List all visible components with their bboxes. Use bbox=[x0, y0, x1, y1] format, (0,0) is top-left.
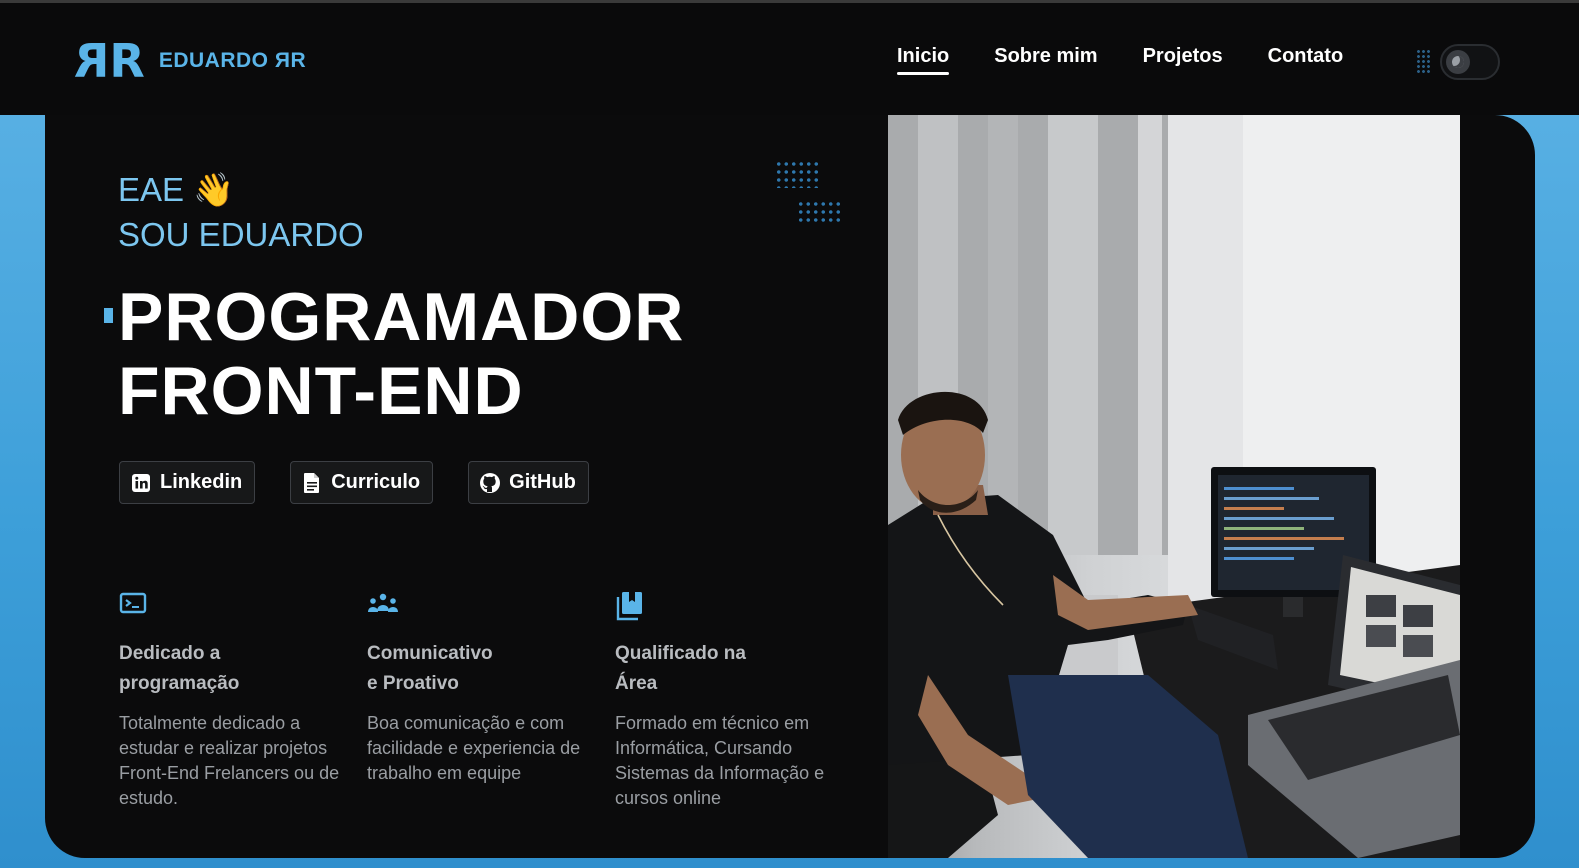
site-header: RR EDUARDO ЯR Inicio Sobre mim Projetos … bbox=[0, 3, 1579, 115]
nav-sobre-mim[interactable]: Sobre mim bbox=[994, 45, 1097, 68]
nav-projetos[interactable]: Projetos bbox=[1143, 45, 1223, 68]
feature-text: Totalmente dedicado a estudar e realizar… bbox=[119, 713, 340, 808]
document-icon bbox=[301, 472, 323, 494]
decorative-dots bbox=[1416, 49, 1432, 75]
feature-comunicativo: Comunicativo e Proativo Boa comunicação … bbox=[367, 591, 597, 786]
feature-title-line-1: Qualificado na bbox=[615, 643, 746, 664]
feature-qualificado: Qualificado na Área Formado em técnico e… bbox=[615, 591, 845, 811]
feature-title-line-1: Dedicado a bbox=[119, 643, 221, 664]
main-nav: Inicio Sobre mim Projetos Contato bbox=[897, 45, 1388, 75]
nav-inicio[interactable]: Inicio bbox=[897, 45, 950, 75]
feature-title: Qualificado na Área bbox=[615, 639, 845, 699]
linkedin-label: Linkedin bbox=[160, 471, 243, 493]
bookmark-book-icon bbox=[615, 591, 645, 621]
decorative-dot-grid bbox=[775, 160, 819, 188]
social-buttons: Linkedin Curriculo GitHub bbox=[119, 461, 624, 504]
feature-title-line-2: e Proativo bbox=[367, 673, 459, 694]
curriculo-button[interactable]: Curriculo bbox=[290, 461, 434, 504]
github-icon bbox=[479, 472, 501, 494]
profile-photo bbox=[888, 115, 1460, 858]
feature-text: Formado em técnico em Informática, Cursa… bbox=[615, 713, 825, 808]
greeting-line-1: EAE 👋 bbox=[118, 171, 235, 208]
linkedin-button[interactable]: Linkedin bbox=[119, 461, 256, 504]
feature-title: Dedicado a programação bbox=[119, 639, 349, 699]
nav-contato[interactable]: Contato bbox=[1268, 45, 1344, 68]
theme-toggle[interactable] bbox=[1440, 44, 1500, 80]
role-title: PROGRAMADOR FRONT-END bbox=[118, 280, 684, 428]
role-line-2: FRONT-END bbox=[118, 353, 524, 429]
feature-title: Comunicativo e Proativo bbox=[367, 639, 597, 699]
decorative-dot-grid bbox=[797, 200, 841, 224]
github-button[interactable]: GitHub bbox=[468, 461, 589, 504]
logo-text: EDUARDO ЯR bbox=[158, 49, 307, 72]
greeting-line-2: SOU EDUARDO bbox=[118, 216, 364, 253]
team-icon bbox=[367, 591, 398, 621]
logo[interactable]: RR EDUARDO ЯR bbox=[80, 34, 307, 88]
hero-card: EAE 👋 SOU EDUARDO PROGRAMADOR FRONT-END … bbox=[45, 115, 1535, 858]
feature-title-line-2: programação bbox=[119, 673, 240, 694]
text-cursor bbox=[104, 308, 113, 323]
linkedin-icon bbox=[130, 472, 152, 494]
terminal-icon bbox=[119, 591, 149, 621]
curriculo-label: Curriculo bbox=[331, 471, 421, 493]
role-line-1: PROGRAMADOR bbox=[118, 279, 685, 355]
feature-title-line-1: Comunicativo bbox=[367, 643, 493, 664]
feature-dedicado: Dedicado a programação Totalmente dedica… bbox=[119, 591, 349, 811]
greeting: EAE 👋 SOU EDUARDO bbox=[118, 167, 364, 257]
moon-icon bbox=[1446, 50, 1470, 74]
feature-title-line-2: Área bbox=[615, 673, 658, 694]
feature-text: Boa comunicação e com facilidade e exper… bbox=[367, 713, 581, 783]
logo-mark: RR bbox=[80, 34, 145, 88]
github-label: GitHub bbox=[509, 471, 576, 493]
